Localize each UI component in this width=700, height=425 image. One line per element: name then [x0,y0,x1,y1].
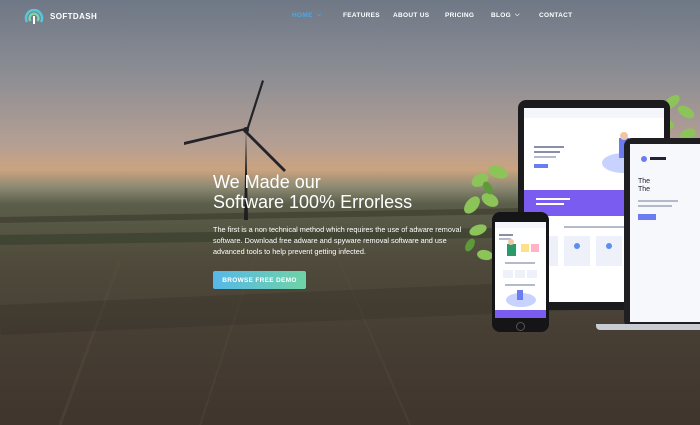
laptop-heading-line: The [638,178,651,185]
nav-pricing[interactable]: PRICING [445,12,474,19]
nav-pricing-label: PRICING [445,12,475,19]
nav-about-us[interactable]: ABOUT US [393,12,429,19]
phone-mockup [492,212,549,332]
nav-contact[interactable]: CONTACT [539,12,572,19]
nav-features-label: FEATURES [343,12,380,19]
hero-title: We Made our Software 100% Errorless [213,172,412,212]
nav-features[interactable]: FEATURES [343,12,380,19]
laptop-base [596,324,700,330]
site-header: SOFTDASH HOME ⌵ FEATURES ABOUT US PRICING… [0,0,700,34]
chevron-down-icon: ⌵ [514,12,520,18]
hero-title-line-2: Software 100% Errorless [213,192,413,212]
nav-home-label: HOME [292,12,313,19]
laptop-heading-line: The [638,186,651,193]
phone-screen-content [495,222,546,318]
laptop-heading: The The [638,178,650,194]
device-mockups: The The [460,90,700,340]
main-nav: HOME ⌵ FEATURES ABOUT US PRICING BLOG ⌵ CO… [0,12,700,24]
nav-blog[interactable]: BLOG ⌵ [491,12,520,20]
laptop-mockup: The The [624,138,700,328]
hero-title-line-1: We Made our [213,172,321,192]
laptop-content [638,200,678,220]
phone-home-button [516,322,525,331]
nav-home[interactable]: HOME ⌵ [292,12,322,20]
browse-demo-button[interactable]: BROWSE FREE DEMO [213,271,306,289]
nav-contact-label: CONTACT [539,12,573,19]
laptop-nav-bar [641,156,666,162]
phone-screen [495,222,546,318]
hero-description: The first is a non technical method whic… [213,225,462,256]
laptop-screen: The The [630,144,700,322]
nav-about-us-label: ABOUT US [393,12,430,19]
nav-blog-label: BLOG [491,12,511,19]
chevron-down-icon: ⌵ [316,12,322,18]
